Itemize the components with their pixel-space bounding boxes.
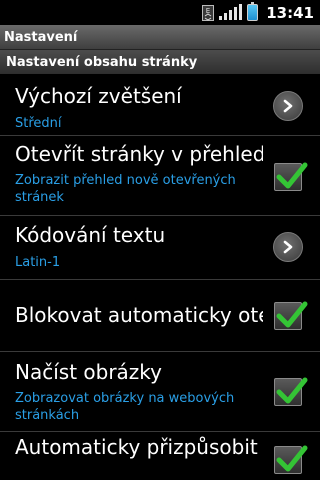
setting-overview-mode[interactable]: Otevřít stránky v přehledu Zobrazit přeh…	[0, 136, 320, 216]
check-icon	[276, 377, 308, 404]
setting-title: Kódování textu	[15, 223, 166, 247]
setting-checkbox[interactable]	[274, 162, 308, 191]
section-header-label: Nastavení obsahu stránky	[6, 54, 198, 70]
setting-summary: Latin-1	[15, 255, 61, 270]
check-icon	[276, 162, 308, 189]
check-icon	[276, 445, 308, 472]
page-title: Nastavení	[4, 29, 78, 45]
check-icon	[276, 301, 308, 328]
chevron-right-icon[interactable]	[273, 91, 303, 121]
section-header: Nastavení obsahu stránky	[0, 50, 320, 74]
setting-title: Načíst obrázky	[15, 360, 163, 384]
setting-default-zoom[interactable]: Výchozí zvětšení Střední	[0, 74, 320, 136]
setting-title: Výchozí zvětšení	[15, 84, 182, 108]
settings-list: Výchozí zvětšení Střední Otevřít stránky…	[0, 74, 320, 480]
setting-title: Automaticky přizpůsobit	[15, 435, 258, 459]
setting-checkbox[interactable]	[274, 445, 308, 474]
setting-summary: Zobrazovat obrázky na webových stránkách	[15, 391, 235, 423]
setting-auto-fit[interactable]: Automaticky přizpůsobit	[0, 432, 320, 480]
setting-text-encoding[interactable]: Kódování textu Latin-1	[0, 216, 320, 280]
title-bar: Nastavení	[0, 25, 320, 50]
signal-strength-icon	[219, 4, 243, 20]
setting-checkbox[interactable]	[274, 301, 308, 330]
setting-title: Blokovat automaticky otevíraná okna	[15, 303, 263, 327]
setting-block-popups[interactable]: Blokovat automaticky otevíraná okna	[0, 280, 320, 352]
chevron-right-icon[interactable]	[273, 232, 303, 262]
setting-load-images[interactable]: Načíst obrázky Zobrazovat obrázky na web…	[0, 352, 320, 432]
data-transfer-icon: E	[202, 4, 215, 21]
status-time: 13:41	[266, 3, 314, 22]
setting-checkbox[interactable]	[274, 377, 308, 406]
status-bar: E 13:41	[0, 0, 320, 25]
setting-summary: Zobrazit přehled nově otevřených stránek	[15, 173, 236, 205]
battery-icon	[247, 2, 259, 21]
setting-summary: Střední	[15, 116, 62, 131]
setting-title: Otevřít stránky v přehledu	[15, 142, 263, 166]
